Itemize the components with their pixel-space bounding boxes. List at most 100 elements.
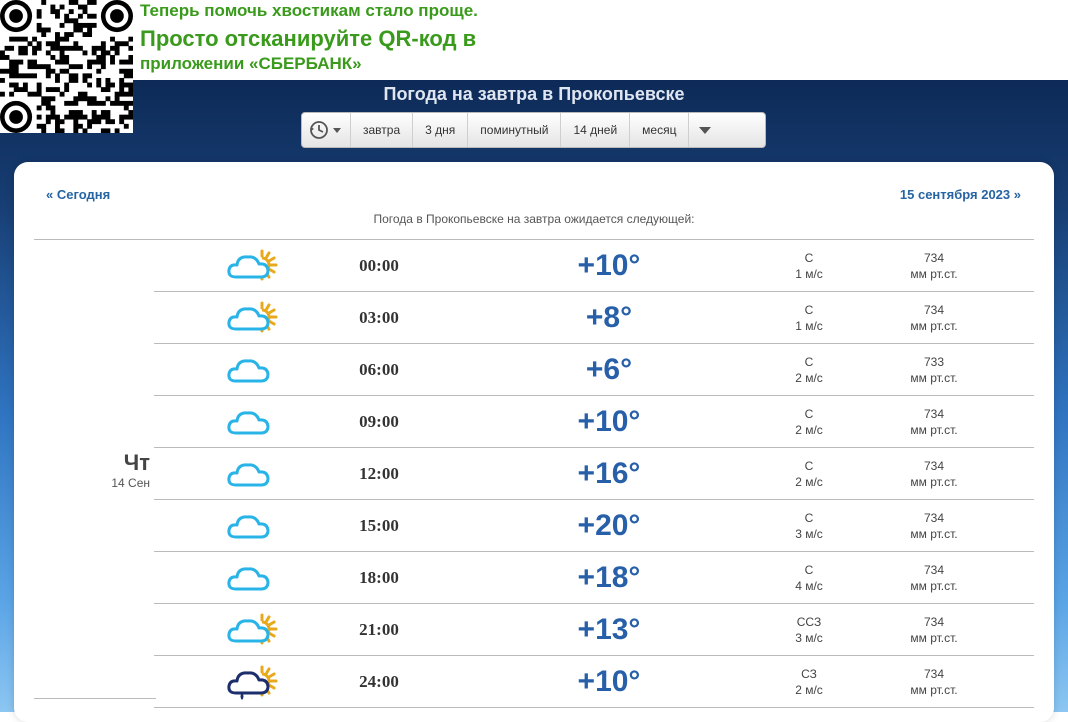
- more-periods-button[interactable]: [689, 113, 721, 147]
- forecast-intro: Погода в Прокопьевске на завтра ожидаетс…: [373, 212, 695, 226]
- tab-by-minute[interactable]: поминутный: [468, 113, 562, 147]
- page-title: Погода на завтра в Прокопьевске: [383, 84, 685, 104]
- day-date: 14 Сен: [111, 476, 150, 490]
- row-pressure: 734 мм рт.ст.: [894, 510, 974, 542]
- row-pressure: 734 мм рт.ст.: [894, 666, 974, 698]
- row-pressure-value: 734: [923, 303, 945, 317]
- row-time: 15:00: [359, 516, 399, 535]
- row-time: 03:00: [359, 308, 399, 327]
- row-wind-speed: 2 м/с: [795, 683, 823, 697]
- row-pressure: 734 мм рт.ст.: [894, 250, 974, 282]
- row-temperature: +16°: [577, 457, 641, 490]
- row-temperature: +10°: [577, 249, 641, 282]
- row-wind: С 2 м/с: [764, 406, 854, 438]
- divider: [34, 239, 156, 240]
- cloud-icon: [226, 399, 282, 445]
- table-row: 00:00 +10° С 1 м/с 734 мм рт.ст.: [154, 239, 1034, 291]
- row-pressure-unit: мм рт.ст.: [910, 579, 958, 593]
- row-wind-speed: 1 м/с: [795, 267, 823, 281]
- row-time: 06:00: [359, 360, 399, 379]
- row-temperature: +10°: [577, 405, 641, 438]
- row-wind-direction: С: [804, 563, 814, 577]
- row-time: 21:00: [359, 620, 399, 639]
- row-wind-direction: С: [804, 459, 814, 473]
- divider: [34, 698, 156, 699]
- row-pressure: 734 мм рт.ст.: [894, 614, 974, 646]
- table-row: 15:00 +20° С 3 м/с 734 мм рт.ст.: [154, 499, 1034, 551]
- cloud-icon: [226, 451, 282, 497]
- row-pressure-unit: мм рт.ст.: [910, 527, 958, 541]
- hourly-forecast-table: 00:00 +10° С 1 м/с 734 мм рт.ст. 03:00 +8° С 1 м/…: [154, 239, 1034, 708]
- table-row: 21:00 +13° ССЗ 3 м/с 734 мм рт.ст.: [154, 603, 1034, 655]
- row-pressure: 734 мм рт.ст.: [894, 406, 974, 438]
- row-temperature: +8°: [585, 301, 633, 334]
- row-wind-speed: 1 м/с: [795, 319, 823, 333]
- day-label: Чт 14 Сен: [60, 450, 150, 491]
- row-wind: С 3 м/с: [764, 510, 854, 542]
- tab-14-days[interactable]: 14 дней: [561, 113, 631, 147]
- row-temperature: +13°: [577, 613, 641, 646]
- row-wind: С 4 м/с: [764, 562, 854, 594]
- row-wind: С 2 м/с: [764, 354, 854, 386]
- table-row: 03:00 +8° С 1 м/с 734 мм рт.ст.: [154, 291, 1034, 343]
- cloud-icon: [226, 555, 282, 601]
- prev-day-link[interactable]: « Сегодня: [46, 187, 110, 202]
- row-pressure-value: 734: [923, 511, 945, 525]
- row-pressure-value: 734: [923, 407, 945, 421]
- row-wind-speed: 3 м/с: [795, 527, 823, 541]
- tab-3-days[interactable]: 3 дня: [413, 113, 469, 147]
- row-wind-speed: 2 м/с: [795, 423, 823, 437]
- history-button[interactable]: [302, 113, 351, 147]
- next-day-link[interactable]: 15 сентября 2023 »: [900, 187, 1021, 202]
- row-temperature: +20°: [577, 509, 641, 542]
- partly-cloudy-icon: [226, 295, 282, 341]
- row-wind-direction: С: [804, 303, 814, 317]
- cloud-icon: [226, 503, 282, 549]
- rain-sun-icon: [226, 659, 282, 705]
- table-row: 12:00 +16° С 2 м/с 734 мм рт.ст.: [154, 447, 1034, 499]
- row-pressure-unit: мм рт.ст.: [910, 423, 958, 437]
- row-wind-direction: С: [804, 511, 814, 525]
- tab-tomorrow[interactable]: завтра: [351, 113, 414, 147]
- row-temperature: +6°: [585, 353, 633, 386]
- promo-line-2: Просто отсканируйте QR-код в: [140, 25, 477, 51]
- table-row: 06:00 +6° С 2 м/с 733 мм рт.ст.: [154, 343, 1034, 395]
- row-time: 24:00: [359, 672, 399, 691]
- row-pressure-value: 733: [923, 355, 945, 369]
- row-wind: С 2 м/с: [764, 458, 854, 490]
- history-icon: [310, 121, 341, 139]
- row-wind-speed: 2 м/с: [795, 371, 823, 385]
- row-pressure-value: 734: [923, 251, 945, 265]
- promo-line-1: Теперь помочь хвостикам стало проще.: [140, 1, 478, 20]
- row-time: 00:00: [359, 256, 399, 275]
- row-pressure-value: 734: [923, 459, 945, 473]
- partly-cloudy-icon: [226, 243, 282, 289]
- row-wind-speed: 2 м/с: [795, 475, 823, 489]
- day-weekday: Чт: [123, 450, 150, 475]
- row-wind-direction: ССЗ: [796, 615, 822, 629]
- row-temperature: +18°: [577, 561, 641, 594]
- row-time: 18:00: [359, 568, 399, 587]
- table-row: 09:00 +10° С 2 м/с 734 мм рт.ст.: [154, 395, 1034, 447]
- promo-line-3: приложении «СБЕРБАНК»: [140, 53, 362, 73]
- row-pressure-unit: мм рт.ст.: [910, 319, 958, 333]
- row-pressure-unit: мм рт.ст.: [910, 475, 958, 489]
- tab-month[interactable]: месяц: [630, 113, 690, 147]
- chevron-down-icon: [699, 127, 712, 134]
- row-wind: С 1 м/с: [764, 250, 854, 282]
- period-navbar: завтра 3 дня поминутный 14 дней месяц: [301, 112, 766, 148]
- cloud-icon: [226, 347, 282, 393]
- qr-code-image: [0, 0, 133, 133]
- row-wind-speed: 3 м/с: [795, 631, 823, 645]
- row-wind-direction: С: [804, 407, 814, 421]
- row-wind-direction: С: [804, 355, 814, 369]
- table-row: 24:00 +10° СЗ 2 м/с 734 мм рт.ст.: [154, 655, 1034, 708]
- row-pressure-value: 734: [923, 563, 945, 577]
- row-pressure-unit: мм рт.ст.: [910, 371, 958, 385]
- partly-cloudy-icon: [226, 607, 282, 653]
- promo-banner: Теперь помочь хвостикам стало проще. Про…: [140, 0, 478, 73]
- row-pressure-value: 734: [923, 667, 945, 681]
- table-row: 18:00 +18° С 4 м/с 734 мм рт.ст.: [154, 551, 1034, 603]
- row-pressure: 734 мм рт.ст.: [894, 302, 974, 334]
- row-time: 12:00: [359, 464, 399, 483]
